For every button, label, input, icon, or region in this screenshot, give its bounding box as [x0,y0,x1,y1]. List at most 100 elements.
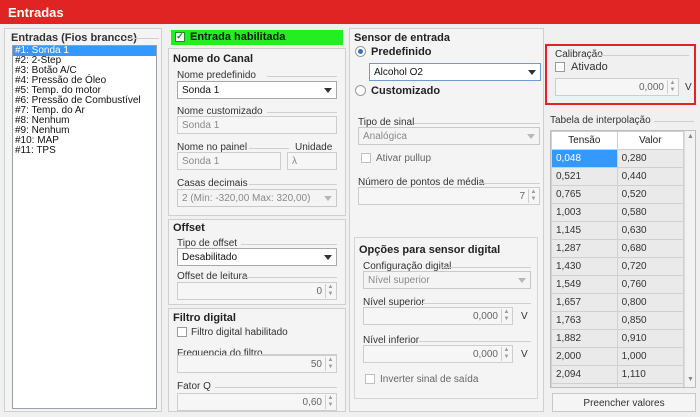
table-row[interactable]: 1,549 0,760 [551,275,685,294]
avg-points-spinner[interactable]: 7 ▲ ▼ [358,187,540,205]
upper-level-spinner[interactable]: 0,000 ▲ ▼ [363,307,513,325]
voltage-cell[interactable]: 1,145 [551,221,618,240]
spinner-arrows-icon[interactable]: ▲ ▼ [325,357,335,371]
col-voltage-header[interactable]: Tensão [551,131,618,150]
spinner-arrows-icon[interactable]: ▲ ▼ [667,80,677,94]
table-scrollbar[interactable]: ▲ ▼ [684,131,695,387]
input-enabled-toggle[interactable]: ✓ Entrada habilitada [171,30,343,45]
voltage-cell[interactable]: 1,882 [551,329,618,348]
scroll-down-icon[interactable]: ▼ [687,376,694,383]
voltage-cell[interactable]: 2,000 [551,347,618,366]
predefined-radio-label: Predefinido [371,46,432,58]
value-cell[interactable]: 0,280 [616,149,685,168]
pullup-checkbox[interactable] [361,153,371,163]
predefined-radio[interactable] [355,46,366,57]
spinner-arrows-icon[interactable]: ▲ ▼ [325,395,335,409]
table-row[interactable]: 1,657 0,800 [551,293,685,312]
value-cell[interactable]: 1,250 [616,383,685,387]
interpolation-table-container: Tensão Valor 0,048 0,280 0,521 0,440 0,765 0,… [550,130,696,388]
decimals-select[interactable]: 2 (Min: -320,00 Max: 320,00) [177,189,337,207]
voltage-cell[interactable]: 0,765 [551,185,618,204]
window-title: Entradas [0,0,700,24]
table-row[interactable]: 2,094 1,110 [551,365,685,384]
q-factor-value: 0,60 [302,397,322,408]
value-cell[interactable]: 0,910 [616,329,685,348]
scroll-up-icon[interactable]: ▲ [687,133,694,140]
value-cell[interactable]: 0,760 [616,275,685,294]
voltage-cell[interactable]: 1,657 [551,293,618,312]
invert-signal-checkbox[interactable] [365,374,375,384]
predefined-name-select[interactable]: Sonda 1 [177,81,337,99]
value-cell[interactable]: 0,720 [616,257,685,276]
spinner-arrows-icon[interactable]: ▲ ▼ [501,347,511,361]
table-row[interactable]: 1,287 0,680 [551,239,685,258]
upper-level-value: 0,000 [472,311,498,322]
value-cell[interactable]: 0,520 [616,185,685,204]
table-row[interactable]: 1,763 0,850 [551,311,685,330]
table-row[interactable]: 0,521 0,440 [551,167,685,186]
divider [478,183,540,184]
table-row[interactable]: 1,430 0,720 [551,257,685,276]
custom-radio[interactable] [355,85,366,96]
voltage-cell[interactable]: 1,430 [551,257,618,276]
divider [419,341,531,342]
q-factor-spinner[interactable]: 0,60 ▲ ▼ [177,393,337,411]
value-cell[interactable]: 0,680 [616,239,685,258]
value-cell[interactable]: 0,440 [616,167,685,186]
signal-type-select[interactable]: Analógica [358,127,540,145]
voltage-cell[interactable]: 0,048 [551,149,618,168]
voltage-cell[interactable]: 2,190 [551,383,618,387]
table-row[interactable]: 1,003 0,580 [551,203,685,222]
inputs-list[interactable]: #1: Sonda 1 #2: 2-Step #3: Botão A/C #4: Pr… [12,45,157,409]
table-row[interactable]: 2,1901,250 [551,383,685,387]
voltage-cell[interactable]: 0,521 [551,167,618,186]
spinner-arrows-icon[interactable]: ▲ ▼ [325,284,335,298]
table-row[interactable]: 0,048 0,280 [551,149,685,168]
custom-radio-label: Customizado [371,85,441,97]
table-row[interactable]: 0,765 0,520 [551,185,685,204]
digital-filter-checkbox[interactable] [177,327,187,337]
digital-config-select[interactable]: Nível superior [363,271,531,289]
divider [654,121,694,122]
offset-reading-spinner[interactable]: 0 ▲ ▼ [177,282,337,300]
digital-filter-panel: Filtro digital Filtro digital habilitado… [168,308,346,412]
calibration-unit: V [685,82,692,93]
voltage-cell[interactable]: 1,763 [551,311,618,330]
voltage-cell[interactable]: 1,003 [551,203,618,222]
value-cell[interactable]: 1,110 [616,365,685,384]
interpolation-table[interactable]: Tensão Valor 0,048 0,280 0,521 0,440 0,765 0,… [551,131,685,387]
table-row[interactable]: 1,145 0,630 [551,221,685,240]
offset-type-select[interactable]: Desabilitado [177,248,337,266]
sensor-predefined-select[interactable]: Alcohol O2 [369,63,541,81]
calibration-checkbox[interactable] [555,62,565,72]
custom-name-field[interactable]: Sonda 1 [177,116,337,134]
lower-level-spinner[interactable]: 0,000 ▲ ▼ [363,345,513,363]
spinner-arrows-icon[interactable]: ▲ ▼ [501,309,511,323]
channel-name-panel: Nome do Canal Nome predefinido Sonda 1 N… [168,48,346,216]
fill-values-button[interactable]: Preencher valores [552,393,696,412]
divider [421,303,531,304]
voltage-cell[interactable]: 2,094 [551,365,618,384]
offset-type-value: Desabilitado [182,252,238,263]
spinner-arrows-icon[interactable]: ▲ ▼ [528,189,538,203]
col-value-header[interactable]: Valor [616,131,685,150]
value-cell[interactable]: 0,800 [616,293,685,312]
filter-frequency-spinner[interactable]: 50 ▲ ▼ [177,355,337,373]
panel-name-field[interactable]: Sonda 1 [177,152,281,170]
voltage-cell[interactable]: 1,287 [551,239,618,258]
pullup-label: Ativar pullup [376,153,432,164]
divider [441,267,531,268]
input-list-item[interactable]: #11: TPS [13,146,156,156]
unit-field[interactable]: λ [287,152,337,170]
value-cell[interactable]: 0,580 [616,203,685,222]
voltage-cell[interactable]: 1,549 [551,275,618,294]
calibration-spinner[interactable]: 0,000 ▲ ▼ [555,78,679,96]
value-cell[interactable]: 0,850 [616,311,685,330]
value-cell[interactable]: 0,630 [616,221,685,240]
divider [267,112,337,113]
table-row[interactable]: 1,882 0,910 [551,329,685,348]
table-row[interactable]: 2,000 1,000 [551,347,685,366]
lower-level-unit: V [521,349,528,360]
value-cell[interactable]: 1,000 [616,347,685,366]
channel-name-title: Nome do Canal [173,53,254,65]
